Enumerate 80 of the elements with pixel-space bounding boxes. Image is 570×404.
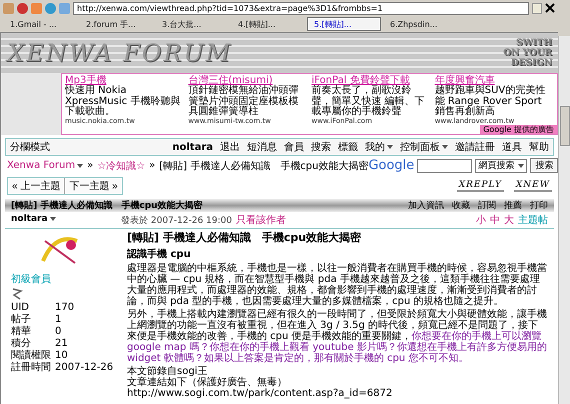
font-size-link[interactable]: 中	[490, 213, 500, 228]
nav-link[interactable]: 退出	[220, 140, 240, 154]
post-subtitle: 認識手機 cpu	[127, 248, 192, 262]
thread-title: [轉貼] 手機達人必備知識 手機cpu效能大揭密	[11, 199, 203, 212]
stat-label: UID	[11, 302, 30, 314]
nav-link[interactable]: 控制面板	[400, 140, 448, 154]
forum-link[interactable]: Xenwa Forum	[7, 160, 84, 172]
ad-text: 頂針鏈密模無給油沖頭彈簧墊片沖頭固定座模板模具圓錐彈簧導柱	[188, 86, 300, 118]
slogan-text: SWITH	[516, 38, 552, 48]
ad-title[interactable]: 台灣三住(misumi)	[188, 75, 308, 86]
caret-icon	[387, 145, 393, 150]
browser-tab[interactable]: 5.[轉貼]...	[307, 17, 381, 31]
thread-tool-link[interactable]: 加入資訊	[408, 199, 444, 212]
slogan-text: ON YOUR	[503, 48, 552, 58]
ad-text: 前奏太長了，副歌沒鈴聲，簡單又快速 編輯、下載專屬你的手機鈴聲	[312, 86, 426, 118]
stat-label: 帖子	[11, 314, 32, 326]
nav-link[interactable]: 標籤	[338, 140, 358, 154]
stat-label: 精華	[11, 326, 32, 338]
stat-value: 0	[55, 326, 62, 338]
ad-title[interactable]: 年度興奮汽車	[434, 75, 554, 86]
next-thread-button[interactable]: 下一主題 »	[64, 178, 122, 194]
stat-label: 註冊時間	[11, 362, 52, 374]
source-line: 文章連結如下（保護好廣告、無毒）	[127, 377, 287, 388]
caret-icon	[518, 164, 524, 168]
nav-link[interactable]: 我的	[365, 140, 393, 154]
font-size-link[interactable]: 大	[504, 213, 514, 228]
nav-link[interactable]: 邀請註冊	[455, 140, 495, 154]
nav-link[interactable]: 搜索	[311, 140, 331, 154]
thread-tool-link[interactable]: 收藏	[452, 199, 470, 212]
search-button[interactable]: 搜索	[530, 158, 558, 174]
member-rank: 初級會員	[11, 272, 52, 286]
stat-value: 2007-12-26	[55, 362, 114, 374]
address-field[interactable]: http://xenwa.com/viewthread.php?tid=1073&extra=page%3D1&frombbs=1	[73, 2, 529, 14]
prev-thread-button[interactable]: « 上一主題	[8, 178, 64, 194]
caret-icon	[77, 164, 84, 168]
stat-value: 1	[55, 314, 62, 326]
thread-tool-link[interactable]: 推薦	[504, 199, 522, 212]
stat-value: 21	[55, 338, 69, 350]
caret-icon	[50, 217, 56, 222]
breadcrumb-separator: »	[149, 160, 156, 172]
author-only-link[interactable]: 只看該作者	[236, 213, 286, 228]
view-mode-link[interactable]: 分欄模式	[10, 140, 50, 154]
source-line: http://www.sogi.com.tw/park/content.asp?a_id=6872	[127, 388, 394, 400]
search-field[interactable]	[417, 158, 472, 173]
stat-label: 積分	[11, 338, 32, 350]
thread-crumb: [轉貼] 手機達人必備知識 手機cpu效能大揭密	[159, 160, 368, 173]
font-size-link[interactable]: 小	[476, 213, 486, 228]
thread-tool-link[interactable]: 打印	[530, 199, 548, 212]
nav-link[interactable]: 會員	[284, 140, 304, 154]
breadcrumb-separator: »	[87, 160, 94, 172]
ad-text: 快速用 Nokia XpressMusic 手機聆聽與下載歌曲。	[65, 86, 182, 118]
scroll-thumb[interactable]	[560, 106, 570, 146]
source-line: 本文節錄自sogi王	[127, 366, 208, 378]
post-paragraph: 另外，手機上搭載內建瀏覽器已經有很久的一段時間了，但受限於頻寬大小與硬體效能，讓手機上網瀏覽的功能一直沒有被重視，但在進入 3g / 3.5g 的時代後，頻寬已經不是問題了，接下來便是手機效能的改善，手機的 cpu 便是手機效能的重要關鍵，你想要在你的手機上可以瀏覽 google map 嗎？你想在你的手機上觀看 youtube 影片嗎？你還想在手機上有許多方便易用的 widget 軟體嗎？如果以上答案是肯定的，那有關於手機的 cpu 您不可不知。	[127, 309, 548, 364]
nav-link[interactable]: 短消息	[247, 140, 277, 154]
new-thread-button[interactable]: XNEW	[514, 180, 552, 192]
search-scope-select[interactable]: 網頁搜索	[475, 158, 528, 173]
stat-value: 170	[55, 302, 76, 314]
stat-label: 閱讀權限	[11, 350, 52, 362]
stat-value: 10	[55, 350, 69, 362]
thread-tool-link[interactable]: 訂閱	[478, 199, 496, 212]
ads-badge[interactable]: Google 提供的廣告	[480, 125, 557, 134]
ad-title[interactable]: Mp3手機	[65, 75, 184, 86]
caret-icon	[442, 145, 448, 150]
reply-button[interactable]: XREPLY	[456, 180, 504, 192]
slogan-text: DESIGN	[510, 58, 552, 68]
ad-text: 越野跑車與SUV的完美性能 Range Rover Sport 銷售再創新高	[434, 86, 546, 118]
username: noltara	[172, 142, 213, 153]
ad-title[interactable]: iFonPal 免費鈴聲下載	[312, 75, 431, 86]
nav-link[interactable]: 幫助	[529, 140, 549, 154]
rank-icon	[11, 287, 23, 302]
logo-text: XENWA FORUM	[7, 39, 232, 67]
post-paragraph: 處理器是電腦的中樞系統，手機也是一樣，以往一般消費者在購買手機的時候，容易忽視手機當中的心臟 — cpu 規格，而在智慧型手機與 pda 手機越來越普及之後，這類手機往往需要處理大量的應用程式，而處理器的效能、規格，都會影響到手機的處理速度，漸漸受到消費者的討論，而與 pda 型的手機，也因需要處理大量的多媒體檔案，cpu 的規格也隨之提升。	[127, 263, 548, 308]
post-title: [轉貼] 手機達人必備知識 手機cpu效能大揭密	[127, 230, 362, 246]
author-link[interactable]: noltara	[11, 214, 109, 224]
post-date: 發表於 2007-12-26 19:00	[121, 214, 232, 227]
nav-link[interactable]: 道具	[502, 140, 522, 154]
close-icon[interactable]	[545, 3, 555, 13]
search-brand: Google	[368, 158, 414, 174]
board-link[interactable]: ☆冷知識☆	[97, 158, 146, 173]
